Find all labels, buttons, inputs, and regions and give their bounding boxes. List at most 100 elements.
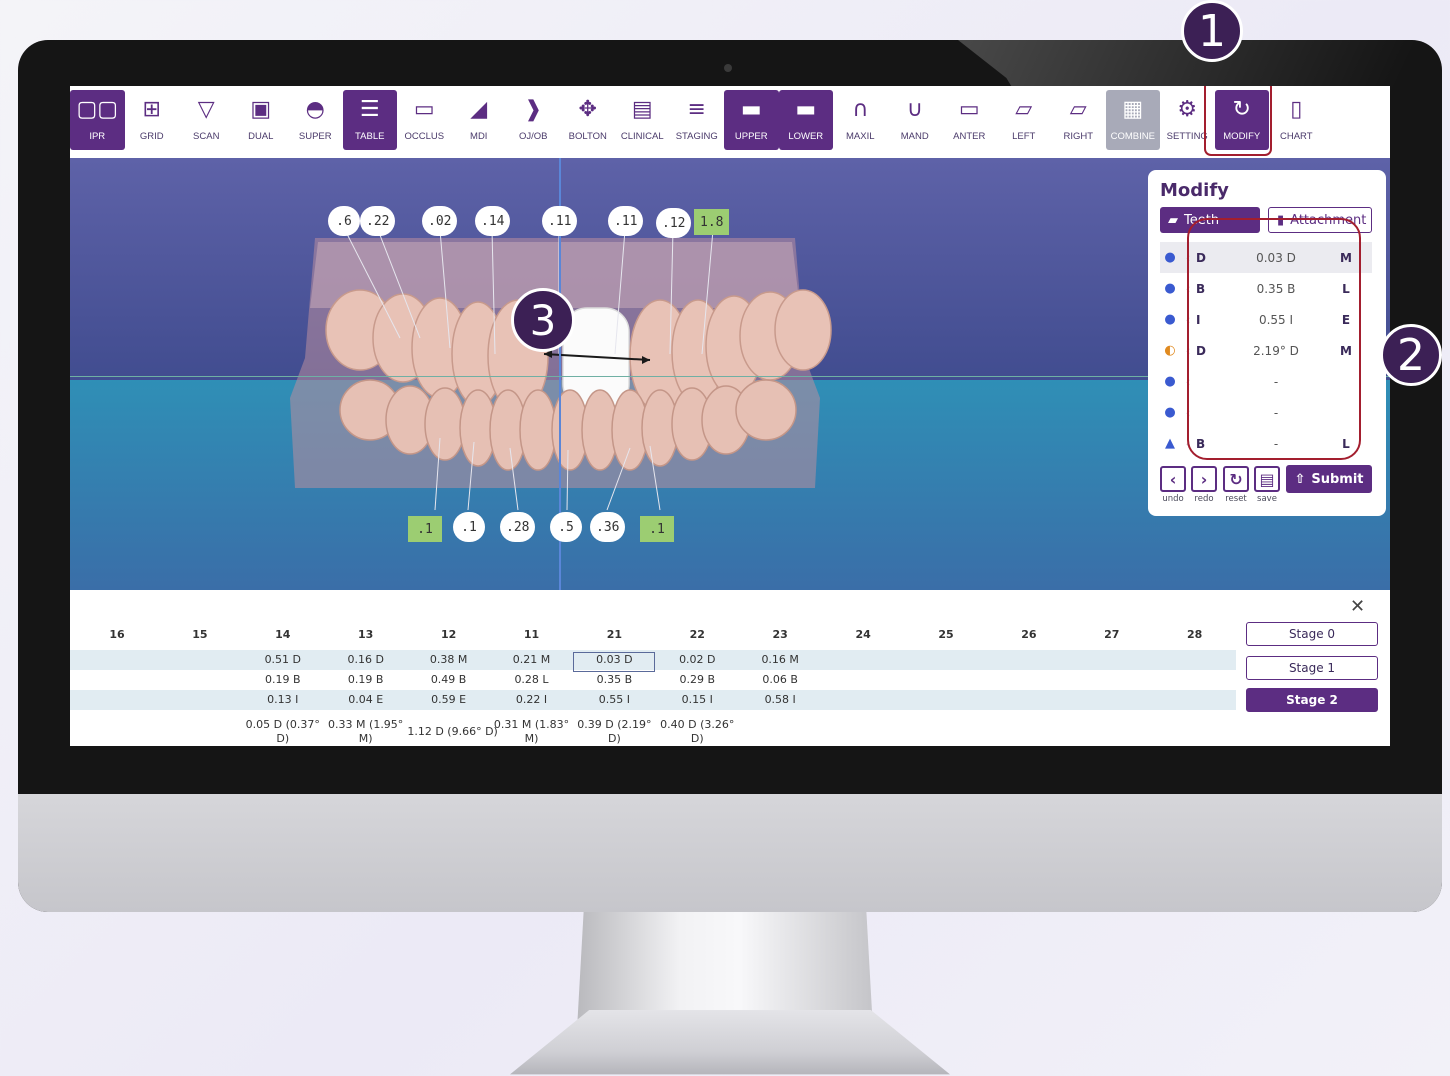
table-cell[interactable]: 0.19 B <box>242 673 324 686</box>
tooth-number-header-cell: 12 <box>440 628 457 641</box>
save-button[interactable]: ▤ <box>1254 466 1280 492</box>
table-cell[interactable]: 0.13 I <box>242 693 324 706</box>
toolbar-table-button[interactable]: ☰ TABLE <box>342 90 397 150</box>
ipr-bubble-upper[interactable]: .11 <box>542 206 578 236</box>
tooth-tip-icon: ● <box>1164 374 1176 389</box>
toolbar-lower-button[interactable]: ▬ LOWER <box>778 90 833 150</box>
toolbar-dual-button[interactable]: ▣ DUAL <box>234 90 289 150</box>
toolbar-upper-button[interactable]: ▬ UPPER <box>724 90 779 150</box>
dual-icon: ▣ <box>250 96 272 122</box>
tooth-move-icon: ● <box>1164 312 1176 327</box>
table-cell[interactable]: 1.12 D (9.66° D) <box>407 725 499 739</box>
table-cell[interactable]: 0.58 I <box>739 693 821 706</box>
undo-button[interactable]: ‹ <box>1160 466 1186 492</box>
close-icon[interactable]: ✕ <box>1350 596 1365 617</box>
table-cell[interactable]: 0.15 I <box>656 693 738 706</box>
table-cell[interactable]: 0.16 D <box>325 653 407 666</box>
tooth-icon: ▰ <box>1168 212 1178 228</box>
table-cell[interactable]: 0.59 E <box>408 693 490 706</box>
left-icon: ▱ <box>1015 96 1033 122</box>
modify-highlight-frame <box>1204 86 1272 156</box>
main-toolbar: ▢▢ IPR ⊞ GRID ▽ SCAN ▣ DUAL ◓ SUPER ☰ TABLE ▭ OCCLUS ◢… <box>70 86 1390 158</box>
table-row-vertical: 0.13 I 0.04 E 0.59 E 0.22 I 0.55 I 0.15 I 0.58… <box>70 690 1236 710</box>
toolbar-maxil-button[interactable]: ∩ MAXIL <box>833 90 888 150</box>
table-cell[interactable]: 0.33 M (1.95° M) <box>324 718 408 746</box>
tooth-number-header-cell: 11 <box>523 628 540 641</box>
ipr-tag-upper[interactable]: 1.8 <box>694 209 730 235</box>
toolbar-mand-button[interactable]: ∪ MAND <box>888 90 943 150</box>
movement-table-panel: ✕ 16 15 14 13 12 11 21 22 23 24 25 26 27 28 0.51 D 0.1… <box>70 590 1390 746</box>
tooth-number-header-cell: 21 <box>606 628 623 641</box>
model-viewport[interactable]: .6 .22 .02 .14 .11 .11 .12 1.8 .1 .1 .28… <box>70 158 1390 590</box>
ipr-bubble-upper[interactable]: .11 <box>608 206 644 236</box>
table-cell[interactable]: 0.49 B <box>408 673 490 686</box>
submit-button[interactable]: ⇧ Submit <box>1286 465 1372 493</box>
table-cell[interactable]: 0.19 B <box>325 673 407 686</box>
stage-1-button[interactable]: Stage 1 <box>1246 656 1378 680</box>
staging-icon: ≡ <box>687 96 706 122</box>
toolbar-label: SETTING <box>1166 131 1208 142</box>
toolbar-label: SCAN <box>193 131 220 142</box>
toolbar-bolton-button[interactable]: ✥ BOLTON <box>561 90 616 150</box>
toolbar-combine-button[interactable]: ▦ COMBINE <box>1105 90 1160 150</box>
toolbar-label: TABLE <box>355 131 385 142</box>
table-cell[interactable]: 0.02 D <box>656 653 738 666</box>
callout-1: 1 <box>1181 0 1243 62</box>
table-cell[interactable]: 0.51 D <box>242 653 324 666</box>
ipr-bubble-upper[interactable]: .6 <box>328 206 360 236</box>
toolbar-label: MDI <box>470 131 488 142</box>
table-cell[interactable]: 0.35 B <box>573 673 655 686</box>
table-cell[interactable]: 0.39 D (2.19° D) <box>572 718 656 746</box>
ipr-bubble-lower[interactable]: .28 <box>500 512 536 542</box>
table-cell[interactable]: 0.04 E <box>325 693 407 706</box>
reset-button[interactable]: ↻ <box>1223 466 1249 492</box>
ipr-tag-lower-left[interactable]: .1 <box>408 516 442 542</box>
table-cell[interactable]: 0.21 M <box>491 653 573 666</box>
toolbar-ipr-button[interactable]: ▢▢ IPR <box>70 90 125 150</box>
ipr-bubble-lower[interactable]: .5 <box>550 512 582 542</box>
toolbar-label: UPPER <box>734 131 768 142</box>
toolbar-occlus-button[interactable]: ▭ OCCLUS <box>397 90 452 150</box>
toolbar-oj-ob-button[interactable]: ❱ OJ/OB <box>506 90 561 150</box>
table-cell[interactable]: 0.28 L <box>491 673 573 686</box>
tooth-number-header: 16 15 14 13 12 11 21 22 23 24 25 26 27 28 <box>70 622 1236 646</box>
table-cell[interactable]: 0.31 M (1.83° M) <box>490 718 574 746</box>
toolbar-grid-button[interactable]: ⊞ GRID <box>125 90 180 150</box>
toolbar-scan-button[interactable]: ▽ SCAN <box>179 90 234 150</box>
callout-2: 2 <box>1380 324 1442 386</box>
table-cell[interactable]: 0.16 M <box>739 653 821 666</box>
table-cell[interactable]: 0.38 M <box>408 653 490 666</box>
ipr-bubble-upper[interactable]: .12 <box>656 208 692 238</box>
toolbar-mdi-button[interactable]: ◢ MDI <box>452 90 507 150</box>
toolbar-chart-button[interactable]: ▯ CHART <box>1269 90 1324 150</box>
table-cell[interactable]: 0.05 D (0.37° D) <box>241 718 325 746</box>
ipr-tag-lower-right[interactable]: .1 <box>640 516 674 542</box>
toolbar-clinical-button[interactable]: ▤ CLINICAL <box>615 90 670 150</box>
redo-button[interactable]: › <box>1191 466 1217 492</box>
ipr-bubble-lower[interactable]: .36 <box>590 512 626 542</box>
tooth-torque-icon: ● <box>1164 405 1176 420</box>
stage-2-button[interactable]: Stage 2 <box>1246 688 1378 712</box>
chevron-left-icon: ‹ <box>1169 469 1177 489</box>
ipr-bubble-upper[interactable]: .14 <box>475 206 511 236</box>
toolbar-left-button[interactable]: ▱ LEFT <box>997 90 1052 150</box>
toolbar-label: OCCLUS <box>404 131 445 142</box>
tooth-number-header-cell: 23 <box>772 628 788 641</box>
redo-label: redo <box>1194 494 1214 504</box>
toolbar-staging-button[interactable]: ≡ STAGING <box>670 90 725 150</box>
table-cell[interactable]: 0.29 B <box>656 673 738 686</box>
table-cell[interactable]: 0.55 I <box>573 693 655 706</box>
app-screen: ▢▢ IPR ⊞ GRID ▽ SCAN ▣ DUAL ◓ SUPER ☰ TABLE ▭ OCCLUS ◢… <box>70 86 1390 746</box>
ipr-bubble-upper[interactable]: .22 <box>360 206 396 236</box>
stage-0-button[interactable]: Stage 0 <box>1246 622 1378 646</box>
ipr-bubble-upper[interactable]: .02 <box>422 206 458 236</box>
table-cell[interactable]: 0.40 D (3.26° D) <box>655 718 739 746</box>
toolbar-super-button[interactable]: ◓ SUPER <box>288 90 343 150</box>
table-cell[interactable]: 0.22 I <box>491 693 573 706</box>
toolbar-anter-button[interactable]: ▭ ANTER <box>942 90 997 150</box>
gear-icon: ⚙ <box>1177 96 1198 122</box>
upload-icon: ⇧ <box>1294 471 1306 487</box>
ipr-bubble-lower[interactable]: .1 <box>453 512 485 542</box>
table-cell[interactable]: 0.06 B <box>739 673 821 686</box>
toolbar-right-button[interactable]: ▱ RIGHT <box>1051 90 1106 150</box>
